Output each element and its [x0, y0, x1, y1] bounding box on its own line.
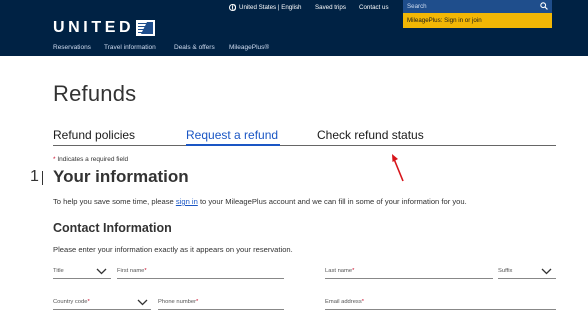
- chevron-down-icon: [96, 268, 107, 275]
- email-label: Email address*: [325, 299, 364, 305]
- step-number: 1: [30, 168, 39, 185]
- logo-wordmark: UNITED: [53, 19, 135, 36]
- saved-trips-link[interactable]: Saved trips: [315, 1, 346, 13]
- contact-us-link[interactable]: Contact us: [359, 1, 389, 13]
- active-tab-indicator: [186, 144, 280, 146]
- title-label: Title: [53, 268, 64, 274]
- globe-icon: [229, 3, 236, 11]
- page-title: Refunds: [53, 81, 137, 106]
- site-header: United States | English Saved trips Cont…: [0, 0, 588, 56]
- tab-refund-policies[interactable]: Refund policies: [53, 128, 135, 142]
- required-field-note: * Indicates a required field: [53, 156, 128, 163]
- country-code-label: Country code*: [53, 299, 90, 305]
- mileageplus-signin-button[interactable]: MileagePlus: Sign in or join: [403, 13, 552, 28]
- chevron-down-icon: [137, 299, 148, 306]
- contact-description: Please enter your information exactly as…: [53, 245, 293, 254]
- step-divider: [42, 171, 43, 185]
- first-name-field[interactable]: First name*: [117, 265, 284, 279]
- tab-check-refund-status[interactable]: Check refund status: [317, 128, 424, 142]
- last-name-label: Last name*: [325, 268, 355, 274]
- united-logo[interactable]: UNITED: [53, 19, 156, 36]
- required-note-text: Indicates a required field: [57, 156, 129, 163]
- country-code-select[interactable]: Country code*: [53, 296, 151, 310]
- contact-information-title: Contact Information: [53, 221, 172, 235]
- refund-tabs: Refund policies Request a refund Check r…: [53, 128, 556, 146]
- required-star: *: [53, 156, 56, 163]
- first-name-label: First name*: [117, 268, 147, 274]
- sign-in-link[interactable]: sign in: [176, 197, 198, 206]
- nav-reservations[interactable]: Reservations: [53, 44, 91, 51]
- last-name-field[interactable]: Last name*: [325, 265, 493, 279]
- help-suffix: to your MileagePlus account and we can f…: [199, 197, 467, 206]
- search-icon[interactable]: [540, 2, 548, 10]
- nav-travel-information[interactable]: Travel information: [104, 44, 156, 51]
- suffix-select[interactable]: Suffix: [498, 265, 556, 279]
- signin-help-text: To help you save some time, please sign …: [53, 197, 467, 206]
- search-input[interactable]: Search: [403, 0, 552, 13]
- help-prefix: To help you save some time, please: [53, 197, 174, 206]
- language-label: United States | English: [239, 3, 302, 11]
- language-selector[interactable]: United States | English: [229, 1, 302, 13]
- phone-number-label: Phone number*: [158, 299, 199, 305]
- title-select[interactable]: Title: [53, 265, 111, 279]
- nav-deals-offers[interactable]: Deals & offers: [174, 44, 215, 51]
- annotation-arrow: [392, 154, 404, 182]
- chevron-down-icon: [541, 268, 552, 275]
- section-title-your-information: Your information: [53, 167, 189, 186]
- tab-request-a-refund[interactable]: Request a refund: [186, 128, 278, 142]
- email-field[interactable]: Email address*: [325, 296, 556, 310]
- search-placeholder: Search: [407, 3, 427, 10]
- suffix-label: Suffix: [498, 268, 513, 274]
- phone-number-field[interactable]: Phone number*: [158, 296, 284, 310]
- globe-logo-icon: [136, 20, 156, 36]
- nav-mileageplus[interactable]: MileagePlus®: [229, 44, 269, 51]
